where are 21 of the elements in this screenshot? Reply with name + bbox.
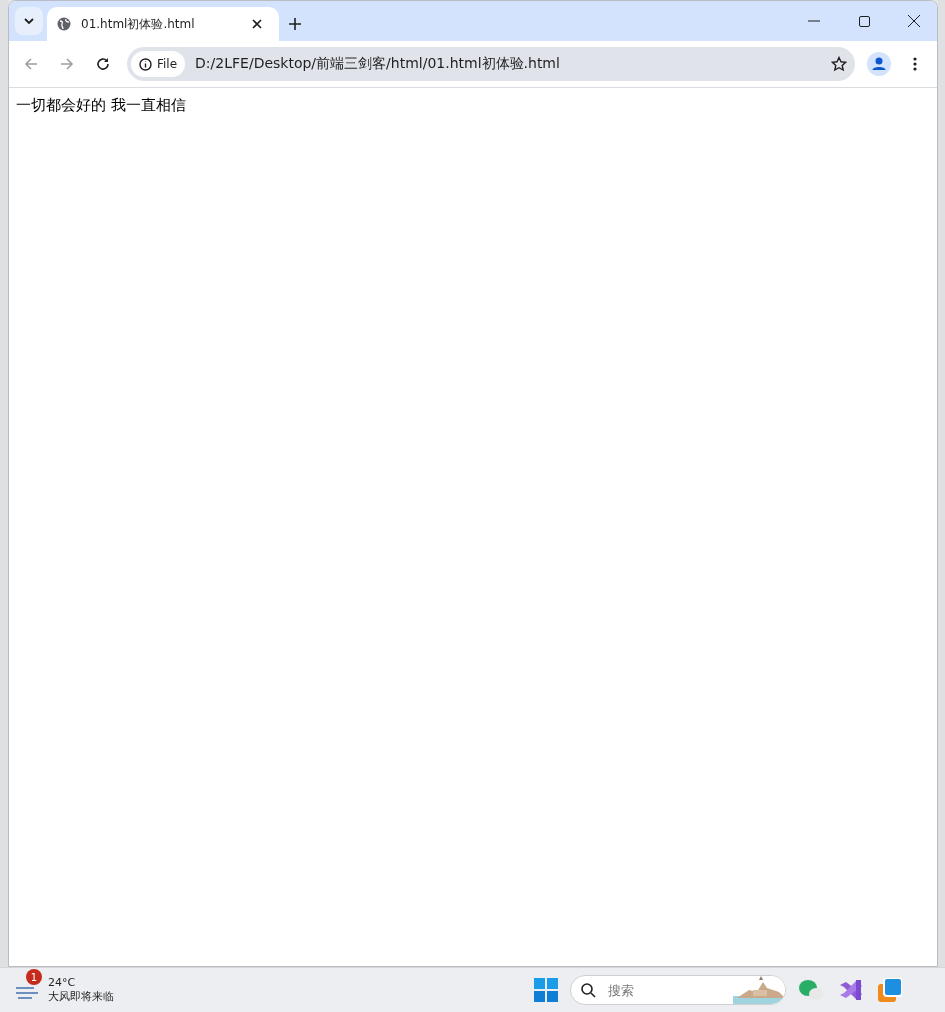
start-icon[interactable] bbox=[534, 978, 558, 1002]
page-text: 一切都会好的 我一直相信 bbox=[16, 96, 187, 115]
url-text: D:/2LFE/Desktop/前端三剑客/html/01.html初体验.html bbox=[195, 55, 561, 73]
notification-badge: 1 bbox=[26, 969, 42, 985]
code-editor-icon[interactable] bbox=[838, 977, 864, 1003]
chat-app-icon[interactable] bbox=[798, 978, 824, 1002]
browser-tab[interactable]: 01.html初体验.html bbox=[47, 7, 279, 41]
temperature: 24°C bbox=[48, 976, 77, 990]
site-info-chip[interactable]: File bbox=[131, 51, 186, 77]
tab-title: 01.html初体验.html bbox=[81, 15, 196, 33]
weather-condition: 大风即将来临 bbox=[48, 990, 114, 1004]
search-icon bbox=[581, 982, 596, 998]
search-field[interactable]: 搜索 bbox=[606, 981, 723, 999]
profile-icon[interactable] bbox=[867, 52, 891, 76]
tab-list-button[interactable] bbox=[15, 7, 43, 35]
address-bar[interactable]: File D:/2LFE/Desktop/前端三剑客/html/01.html初体验.html bbox=[127, 47, 855, 81]
search-bar[interactable]: 搜索 bbox=[570, 975, 786, 1005]
app-icon[interactable] bbox=[878, 978, 902, 1002]
chevron-down-icon bbox=[24, 18, 34, 24]
globe-icon bbox=[57, 17, 71, 31]
info-icon bbox=[139, 57, 152, 71]
